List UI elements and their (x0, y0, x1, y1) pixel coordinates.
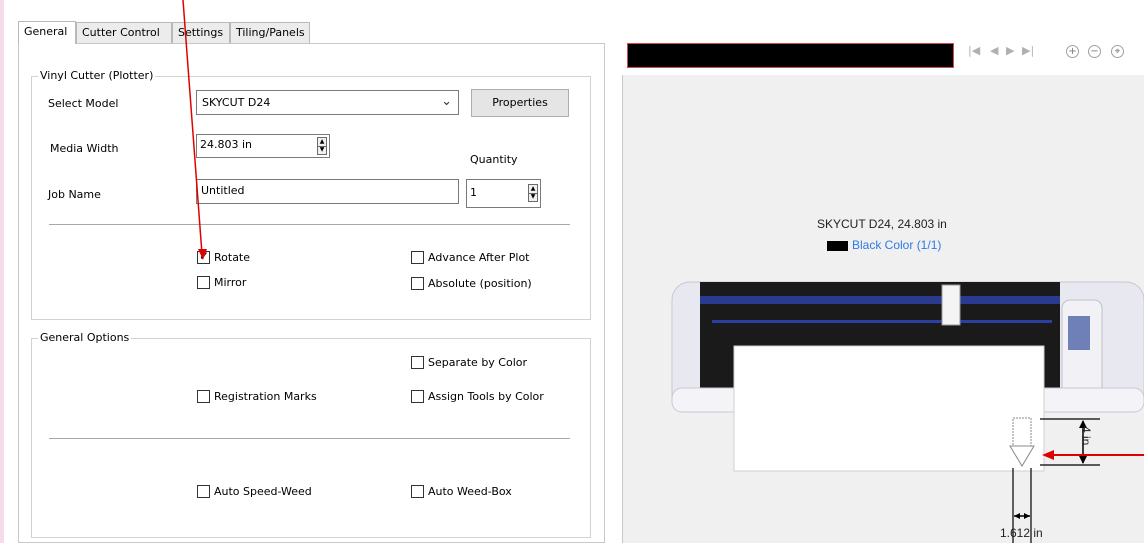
height-dimension-label: 4 in (1079, 426, 1093, 446)
tab-general[interactable]: General (18, 21, 76, 44)
width-dimension-label: 1.612 in (1000, 526, 1043, 540)
cutter-illustration (182, 0, 1144, 543)
